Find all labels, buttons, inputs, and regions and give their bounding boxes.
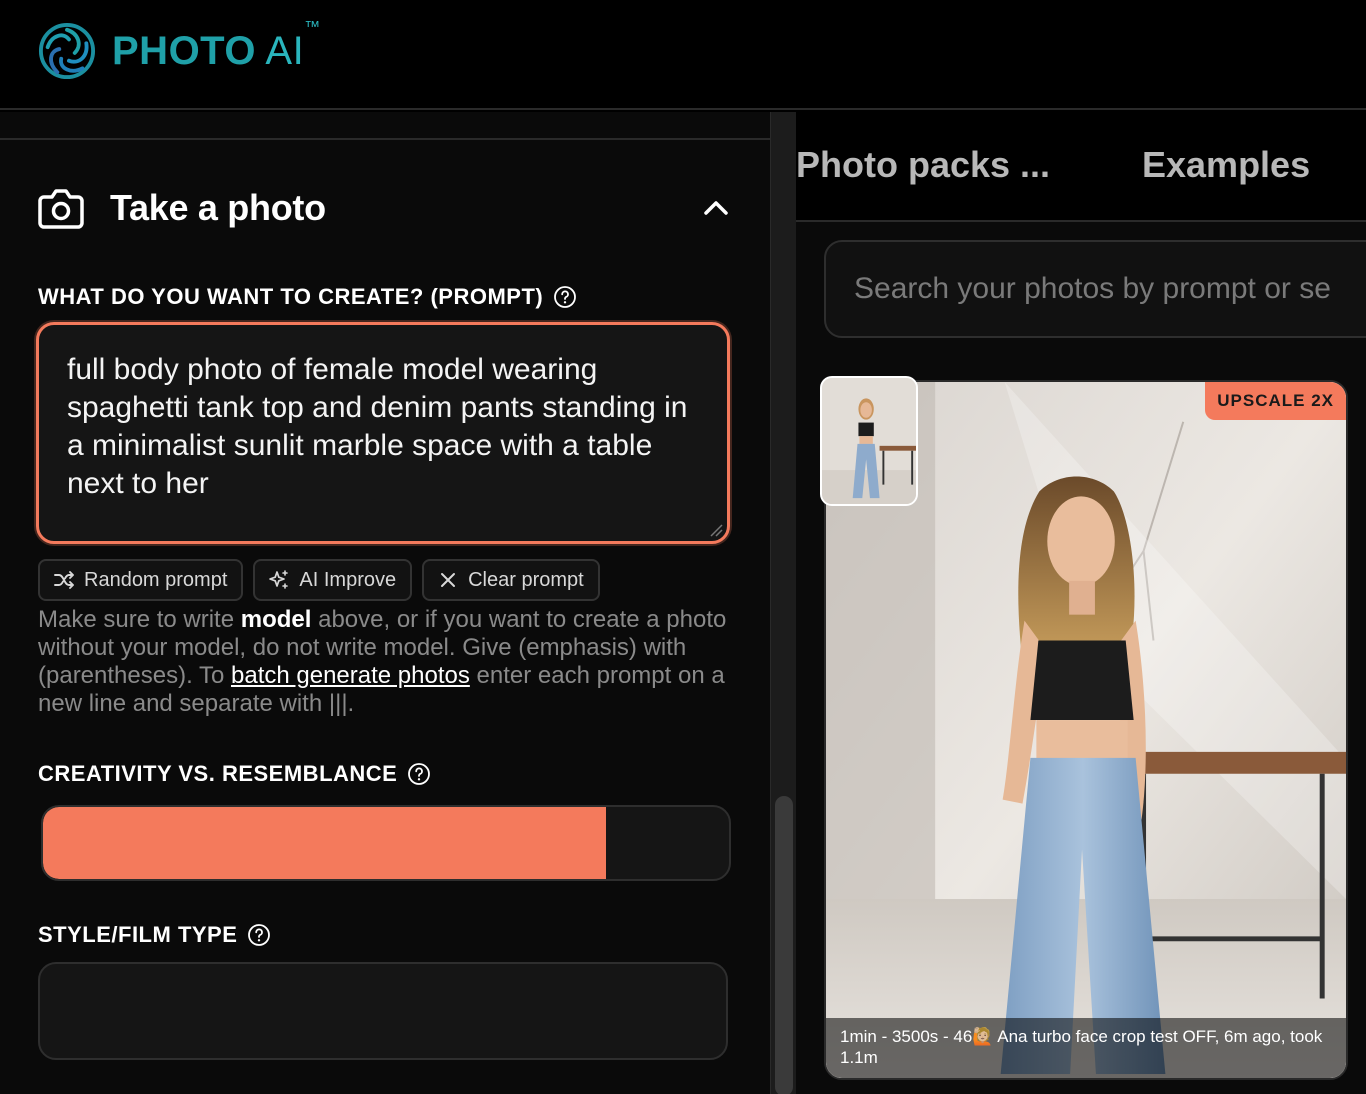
prompt-actions: Random prompt AI Improve Clear prompt [38, 559, 600, 601]
prompt-label-text: WHAT DO YOU WANT TO CREATE? (PROMPT) [38, 284, 544, 309]
help-icon[interactable] [247, 923, 271, 947]
prompt-hint: Make sure to write model above, or if yo… [38, 606, 727, 717]
prompt-label: WHAT DO YOU WANT TO CREATE? (PROMPT) [38, 284, 577, 310]
sparkles-icon [269, 570, 289, 589]
style-label-text: STYLE/FILM TYPE [38, 922, 238, 947]
clear-prompt-button[interactable]: Clear prompt [422, 559, 600, 601]
style-select[interactable] [38, 962, 728, 1060]
create-panel: Take a photo WHAT DO YOU WANT TO CREATE?… [0, 112, 770, 1094]
random-prompt-label: Random prompt [84, 568, 228, 591]
help-icon[interactable] [407, 762, 431, 786]
aperture-logo-icon [38, 22, 96, 80]
top-bar: PHOTO AI™ [0, 0, 1366, 110]
divider [0, 138, 770, 140]
creativity-label-text: CREATIVITY VS. RESEMBLANCE [38, 761, 398, 786]
hint-keyword: model [240, 606, 312, 633]
take-photo-header[interactable]: Take a photo [38, 184, 738, 232]
random-prompt-button[interactable]: Random prompt [38, 559, 244, 601]
brand-name: PHOTO AI™ [112, 18, 321, 73]
ai-improve-button[interactable]: AI Improve [253, 559, 413, 601]
prompt-text: full body photo of female model wearing … [67, 353, 688, 500]
resize-handle-icon[interactable] [709, 523, 723, 537]
reference-thumbnail[interactable] [820, 376, 918, 506]
prompt-textarea[interactable]: full body photo of female model wearing … [36, 322, 730, 544]
camera-icon [38, 189, 84, 229]
panel-title: Take a photo [110, 187, 326, 228]
left-panel-scrollbar[interactable] [770, 112, 796, 1094]
batch-generate-link[interactable]: batch generate photos [231, 662, 470, 689]
chevron-up-icon[interactable] [702, 194, 730, 222]
brand-logo[interactable]: PHOTO AI™ [38, 18, 321, 80]
shuffle-icon [54, 571, 74, 589]
gallery-panel: Photo packs ... Examples Search your pho… [796, 112, 1366, 1094]
creativity-slider[interactable] [41, 805, 731, 881]
close-icon [441, 573, 456, 587]
help-icon[interactable] [553, 285, 577, 309]
style-label: STYLE/FILM TYPE [38, 922, 271, 948]
creativity-slider-fill [43, 807, 606, 879]
search-placeholder: Search your photos by prompt or se [854, 272, 1331, 305]
creativity-label: CREATIVITY VS. RESEMBLANCE [38, 761, 431, 787]
clear-prompt-label: Clear prompt [468, 568, 584, 591]
gallery-tabs: Photo packs ... Examples [796, 112, 1366, 222]
photo-search-input[interactable]: Search your photos by prompt or se [824, 240, 1366, 338]
tab-photo-packs[interactable]: Photo packs ... [796, 144, 1050, 186]
tab-examples[interactable]: Examples [1142, 144, 1310, 186]
photo-caption: 1min - 3500s - 46🙋🏼 Ana turbo face crop … [826, 1018, 1346, 1078]
upscale-button[interactable]: UPSCALE 2X [1205, 382, 1346, 420]
thumbnail-image [822, 378, 916, 504]
ai-improve-label: AI Improve [299, 568, 397, 591]
scrollbar-thumb[interactable] [775, 796, 793, 1094]
